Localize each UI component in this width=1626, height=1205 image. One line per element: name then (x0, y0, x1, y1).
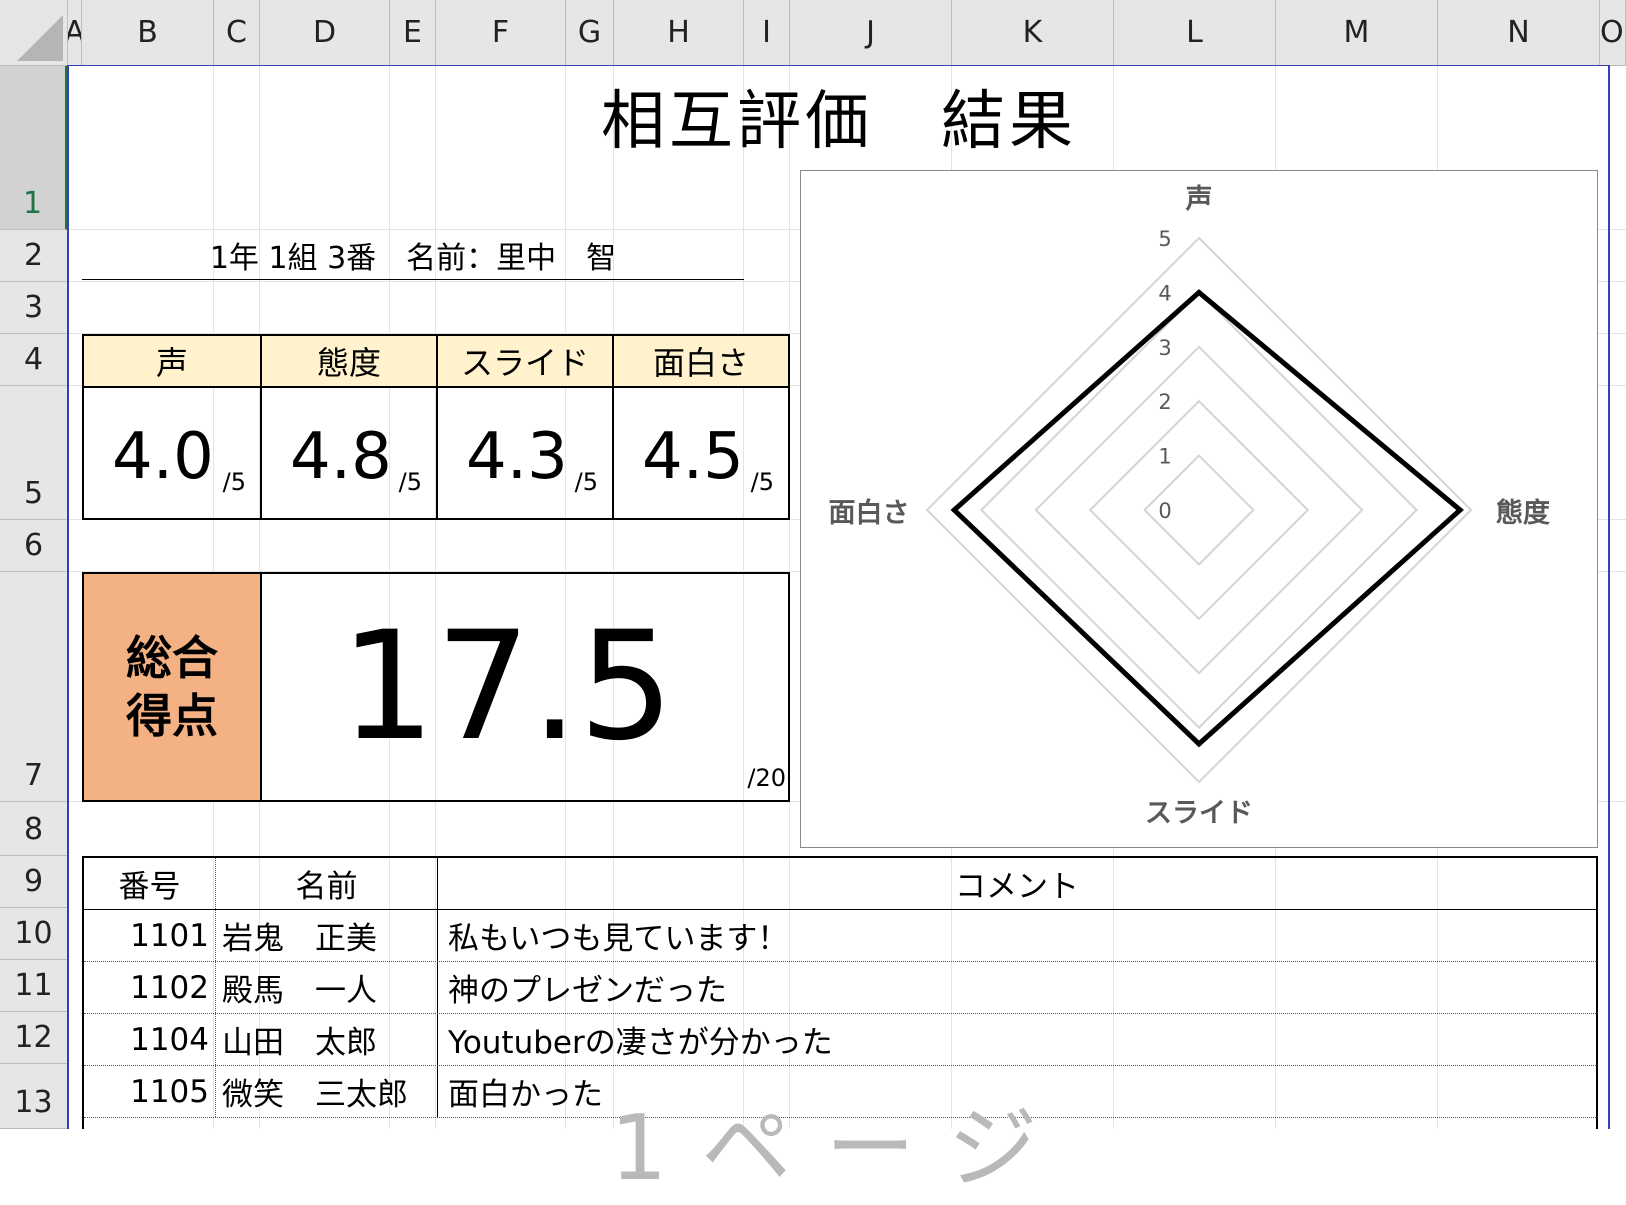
page-watermark: 1ページ (610, 1096, 1072, 1201)
row-header-5[interactable]: 5 (0, 386, 68, 520)
column-header-l[interactable]: L (1114, 0, 1276, 66)
column-header-c[interactable]: C (214, 0, 260, 66)
radar-axis-label: 声 (1186, 184, 1213, 215)
score-cell-fun[interactable]: 4.5 /5 (614, 388, 788, 518)
row-number[interactable]: 1102 (84, 962, 216, 1013)
row-comment[interactable]: Youtuberの凄さが分かった (438, 1014, 1596, 1065)
score-max: /5 (750, 468, 774, 496)
column-header-b[interactable]: B (82, 0, 214, 66)
column-header-g[interactable]: G (566, 0, 614, 66)
row-comment[interactable]: 神のプレゼンだった (438, 962, 1596, 1013)
table-row: 1102 殿馬 一人 神のプレゼンだった (84, 962, 1596, 1014)
select-all-triangle (17, 15, 63, 61)
score-header-slide[interactable]: スライド (438, 336, 614, 388)
column-header-m[interactable]: M (1276, 0, 1438, 66)
radar-axis-label: 面白さ (829, 497, 910, 529)
column-header-k[interactable]: K (952, 0, 1114, 66)
radar-chart[interactable]: 0 1 2 3 4 5 声態度スライド 面白さ (800, 170, 1598, 848)
table-row: 1101 岩鬼 正美 私もいつも見ています！ (84, 910, 1596, 962)
row-number[interactable]: 1105 (84, 1066, 216, 1117)
radar-grid-ring (979, 290, 1419, 730)
row-header-2[interactable]: 2 (0, 230, 68, 282)
row-header-10[interactable]: 10 (0, 908, 68, 960)
row-header-9[interactable]: 9 (0, 856, 68, 908)
column-header-d[interactable]: D (260, 0, 390, 66)
radar-data-point (951, 507, 957, 513)
row-name[interactable]: 岩鬼 正美 (216, 910, 438, 961)
row-header-11[interactable]: 11 (0, 960, 68, 1012)
radar-tick-label: 5 (1158, 227, 1171, 251)
total-score-max: /20 (747, 764, 786, 792)
total-label-line1: 総合 (126, 631, 218, 685)
column-header-h[interactable]: H (614, 0, 744, 66)
radar-tick-label: 0 (1158, 499, 1171, 523)
score-header-voice[interactable]: 声 (84, 336, 262, 388)
score-value: 4.8 (290, 420, 392, 494)
radar-data-point (1457, 507, 1463, 513)
score-max: /5 (574, 468, 598, 496)
score-cell-slide[interactable]: 4.3 /5 (438, 388, 614, 518)
total-score-value[interactable]: 17.5 (262, 574, 752, 800)
column-header-n[interactable]: N (1438, 0, 1600, 66)
score-table: 声 態度 スライド 面白さ 4.0 /5 4.8 /5 4.3 /5 4.5 /… (82, 334, 790, 520)
header-number[interactable]: 番号 (84, 858, 216, 909)
column-header-e[interactable]: E (390, 0, 436, 66)
radar-tick-label: 3 (1158, 336, 1171, 360)
column-header-o[interactable]: O (1600, 0, 1626, 66)
score-max: /5 (398, 468, 422, 496)
column-header-a[interactable]: A (68, 0, 82, 66)
header-comment[interactable]: コメント (438, 858, 1596, 909)
row-header-6[interactable]: 6 (0, 520, 68, 572)
total-score-label[interactable]: 総合 得点 (84, 574, 262, 800)
row-header-7[interactable]: 7 (0, 572, 68, 802)
column-header-i[interactable]: I (744, 0, 790, 66)
radar-axis-label: 態度 (1496, 497, 1550, 529)
student-info[interactable]: 1年 1組 3番 名前：里中 智 (82, 230, 744, 280)
comments-header-row: 番号 名前 コメント (84, 858, 1596, 910)
total-score-box: 総合 得点 17.5 /20 (82, 572, 790, 802)
table-row: 1104 山田 太郎 Youtuberの凄さが分かった (84, 1014, 1596, 1066)
row-number[interactable]: 1101 (84, 910, 216, 961)
score-header-fun[interactable]: 面白さ (614, 336, 788, 388)
radar-data-point (1196, 289, 1202, 295)
row-name[interactable]: 山田 太郎 (216, 1014, 438, 1065)
row-name[interactable]: 微笑 三太郎 (216, 1066, 438, 1117)
row-name[interactable]: 殿馬 一人 (216, 962, 438, 1013)
row-header-8[interactable]: 8 (0, 802, 68, 856)
score-value: 4.3 (466, 420, 568, 494)
row-header-1[interactable]: 1 (0, 66, 68, 230)
radar-grid-ring (1088, 399, 1310, 621)
row-header-3[interactable]: 3 (0, 282, 68, 334)
score-header-attitude[interactable]: 態度 (262, 336, 438, 388)
total-label-line2: 得点 (126, 689, 218, 743)
column-header-j[interactable]: J (790, 0, 952, 66)
radar-grid-ring (925, 236, 1473, 784)
radar-tick-label: 1 (1158, 445, 1171, 469)
radar-data-point (1196, 741, 1202, 747)
score-cell-attitude[interactable]: 4.8 /5 (262, 388, 438, 518)
column-header-f[interactable]: F (436, 0, 566, 66)
radar-axis-label: スライド (1145, 798, 1253, 829)
score-value: 4.0 (112, 420, 214, 494)
header-name[interactable]: 名前 (216, 858, 438, 909)
radar-tick-label: 2 (1158, 390, 1171, 414)
radar-series-line (950, 289, 1464, 748)
score-cell-voice[interactable]: 4.0 /5 (84, 388, 262, 518)
radar-tick-label: 4 (1158, 281, 1171, 305)
radar-chart-svg: 0 1 2 3 4 5声態度スライド 面白さ (829, 184, 1551, 829)
select-all-corner[interactable] (0, 0, 68, 66)
row-header-12[interactable]: 12 (0, 1012, 68, 1064)
sheet-title[interactable]: 相互評価 結果 (68, 66, 1610, 166)
score-value: 4.5 (642, 420, 744, 494)
row-comment[interactable]: 私もいつも見ています！ (438, 910, 1596, 961)
row-number[interactable]: 1104 (84, 1014, 216, 1065)
score-max: /5 (222, 468, 246, 496)
row-header-13[interactable]: 13 (0, 1064, 68, 1129)
row-header-4[interactable]: 4 (0, 334, 68, 386)
